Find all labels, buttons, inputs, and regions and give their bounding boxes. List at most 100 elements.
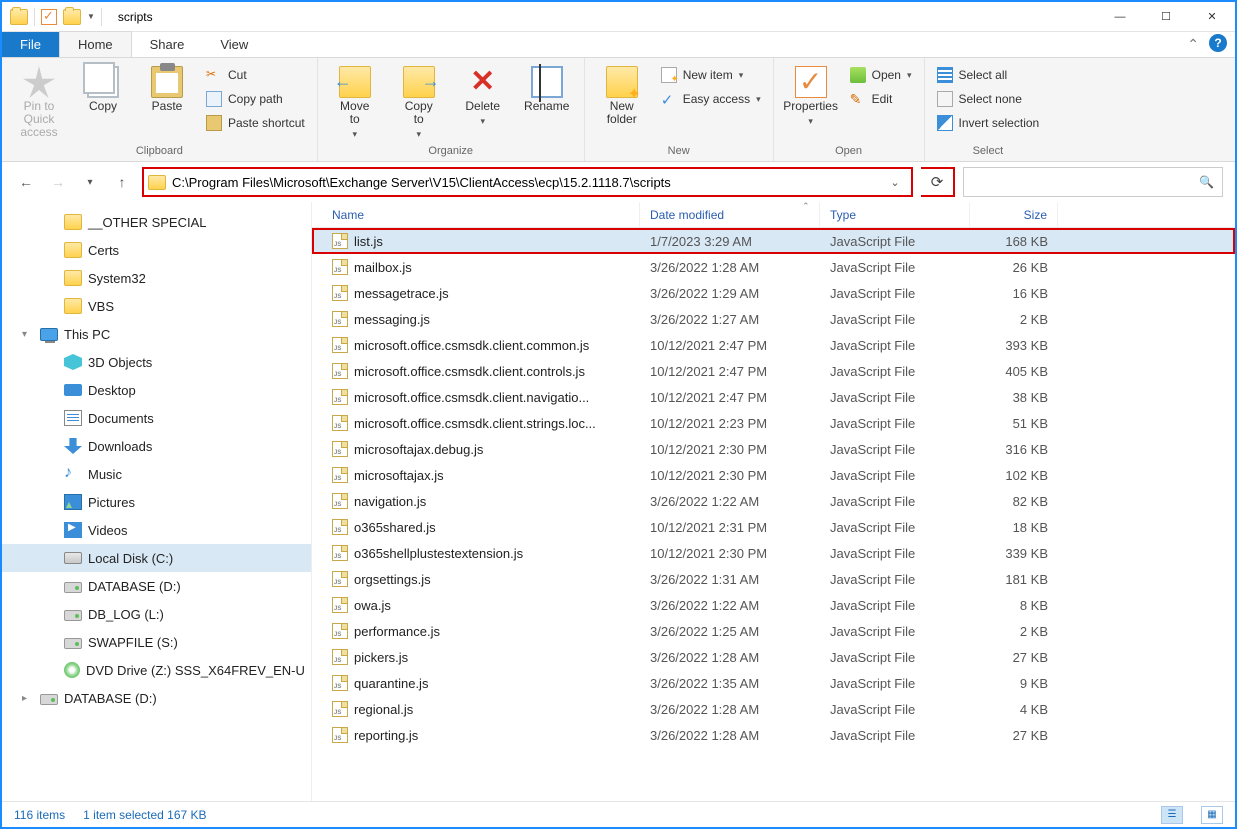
move-to-button[interactable]: ←Move to▾ [326, 62, 384, 141]
file-size: 51 KB [970, 416, 1058, 431]
copy-to-button[interactable]: →Copy to▾ [390, 62, 448, 141]
delete-button[interactable]: ✕Delete▾ [454, 62, 512, 128]
tree-item[interactable]: Videos [2, 516, 311, 544]
file-row[interactable]: o365shared.js10/12/2021 2:31 PMJavaScrip… [312, 514, 1235, 540]
file-date: 3/26/2022 1:22 AM [640, 494, 820, 509]
file-row[interactable]: mailbox.js3/26/2022 1:28 AMJavaScript Fi… [312, 254, 1235, 280]
tab-share[interactable]: Share [132, 32, 203, 57]
obj3d-icon [64, 354, 82, 370]
back-button[interactable]: ← [14, 170, 38, 194]
tab-file[interactable]: File [2, 32, 59, 57]
paste-button[interactable]: Paste [138, 62, 196, 113]
expand-icon[interactable]: ▸ [22, 693, 34, 704]
group-clipboard: Pin to Quick access Copy Paste ✂Cut Copy… [2, 58, 318, 161]
folder-icon [64, 242, 82, 258]
navigation-tree[interactable]: __OTHER SPECIALCertsSystem32VBS▾This PC3… [2, 202, 312, 801]
file-row[interactable]: microsoftajax.debug.js10/12/2021 2:30 PM… [312, 436, 1235, 462]
address-dropdown-icon[interactable]: ⌄ [883, 176, 907, 189]
maximize-button[interactable]: ☐ [1143, 2, 1189, 32]
tree-item[interactable]: System32 [2, 264, 311, 292]
file-row[interactable]: microsoft.office.csmsdk.client.strings.l… [312, 410, 1235, 436]
tab-home[interactable]: Home [59, 31, 132, 57]
tree-item[interactable]: Local Disk (C:) [2, 544, 311, 572]
file-date: 3/26/2022 1:27 AM [640, 312, 820, 327]
tree-item[interactable]: Documents [2, 404, 311, 432]
qat-properties-icon[interactable] [41, 9, 57, 25]
tab-view[interactable]: View [202, 32, 266, 57]
file-row[interactable]: owa.js3/26/2022 1:22 AMJavaScript File8 … [312, 592, 1235, 618]
select-none-button[interactable]: Select none [933, 88, 1044, 110]
tree-item[interactable]: __OTHER SPECIAL [2, 208, 311, 236]
new-item-button[interactable]: ✦New item ▾ [657, 64, 765, 86]
file-row[interactable]: orgsettings.js3/26/2022 1:31 AMJavaScrip… [312, 566, 1235, 592]
address-bar[interactable]: ⌄ [142, 167, 913, 197]
tree-item[interactable]: ▾This PC [2, 320, 311, 348]
copy-button[interactable]: Copy [74, 62, 132, 113]
file-type: JavaScript File [820, 494, 970, 509]
column-type[interactable]: Type [820, 202, 970, 227]
tree-item[interactable]: DB_LOG (L:) [2, 600, 311, 628]
file-row[interactable]: navigation.js3/26/2022 1:22 AMJavaScript… [312, 488, 1235, 514]
cut-button[interactable]: ✂Cut [202, 64, 309, 86]
select-none-icon [937, 91, 953, 107]
file-row[interactable]: o365shellplustestextension.js10/12/2021 … [312, 540, 1235, 566]
tree-item[interactable]: Pictures [2, 488, 311, 516]
help-icon[interactable]: ? [1209, 34, 1227, 52]
file-row[interactable]: messagetrace.js3/26/2022 1:29 AMJavaScri… [312, 280, 1235, 306]
tree-item[interactable]: SWAPFILE (S:) [2, 628, 311, 656]
close-button[interactable]: ✕ [1189, 2, 1235, 32]
separator [101, 8, 102, 26]
qat-newfolder-icon[interactable] [63, 9, 81, 25]
tree-item[interactable]: Certs [2, 236, 311, 264]
pin-to-quick-access-button[interactable]: Pin to Quick access [10, 62, 68, 139]
file-row[interactable]: microsoft.office.csmsdk.client.navigatio… [312, 384, 1235, 410]
address-input[interactable] [172, 169, 877, 195]
qat-customize-icon[interactable]: ▼ [87, 12, 95, 21]
file-row[interactable]: performance.js3/26/2022 1:25 AMJavaScrip… [312, 618, 1235, 644]
details-view-button[interactable]: ☰ [1161, 806, 1183, 824]
large-icons-view-button[interactable]: ▦ [1201, 806, 1223, 824]
open-button[interactable]: Open ▾ [846, 64, 916, 86]
tree-item[interactable]: DVD Drive (Z:) SSS_X64FREV_EN-U [2, 656, 311, 684]
properties-button[interactable]: ✓Properties▾ [782, 62, 840, 128]
tree-item[interactable]: 3D Objects [2, 348, 311, 376]
file-row[interactable]: microsoft.office.csmsdk.client.controls.… [312, 358, 1235, 384]
file-row[interactable]: microsoft.office.csmsdk.client.common.js… [312, 332, 1235, 358]
group-label-clipboard: Clipboard [10, 142, 309, 161]
file-row[interactable]: microsoftajax.js10/12/2021 2:30 PMJavaSc… [312, 462, 1235, 488]
group-open: ✓Properties▾ Open ▾ ✎Edit Open [774, 58, 925, 161]
file-row[interactable]: quarantine.js3/26/2022 1:35 AMJavaScript… [312, 670, 1235, 696]
file-name: regional.js [354, 702, 413, 717]
up-button[interactable]: ↑ [110, 170, 134, 194]
forward-button[interactable]: → [46, 170, 70, 194]
collapse-ribbon-icon[interactable]: ⌃ [1187, 36, 1199, 53]
file-row[interactable]: messaging.js3/26/2022 1:27 AMJavaScript … [312, 306, 1235, 332]
copy-path-button[interactable]: Copy path [202, 88, 309, 110]
expand-icon[interactable]: ▾ [22, 329, 34, 340]
tree-item[interactable]: Downloads [2, 432, 311, 460]
edit-button[interactable]: ✎Edit [846, 88, 916, 110]
tree-item[interactable]: ♪Music [2, 460, 311, 488]
tree-item[interactable]: Desktop [2, 376, 311, 404]
invert-selection-button[interactable]: Invert selection [933, 112, 1044, 134]
minimize-button[interactable]: — [1097, 2, 1143, 32]
file-row[interactable]: reporting.js3/26/2022 1:28 AMJavaScript … [312, 722, 1235, 748]
new-folder-button[interactable]: ✦New folder [593, 62, 651, 126]
column-size[interactable]: Size [970, 202, 1058, 227]
tree-item[interactable]: ▸DATABASE (D:) [2, 684, 311, 712]
column-date-modified[interactable]: Date modified [640, 202, 820, 227]
file-list[interactable]: list.js1/7/2023 3:29 AMJavaScript File16… [312, 228, 1235, 801]
paste-shortcut-button[interactable]: Paste shortcut [202, 112, 309, 134]
search-box[interactable]: 🔍 [963, 167, 1223, 197]
tree-item[interactable]: DATABASE (D:) [2, 572, 311, 600]
column-name[interactable]: Name [322, 202, 640, 227]
refresh-button[interactable]: ⟳ [921, 167, 955, 197]
file-row[interactable]: list.js1/7/2023 3:29 AMJavaScript File16… [312, 228, 1235, 254]
easy-access-button[interactable]: ✓Easy access ▾ [657, 88, 765, 110]
recent-locations-button[interactable]: ▾ [78, 170, 102, 194]
rename-button[interactable]: Rename [518, 62, 576, 113]
select-all-button[interactable]: Select all [933, 64, 1044, 86]
file-row[interactable]: regional.js3/26/2022 1:28 AMJavaScript F… [312, 696, 1235, 722]
tree-item[interactable]: VBS [2, 292, 311, 320]
file-row[interactable]: pickers.js3/26/2022 1:28 AMJavaScript Fi… [312, 644, 1235, 670]
